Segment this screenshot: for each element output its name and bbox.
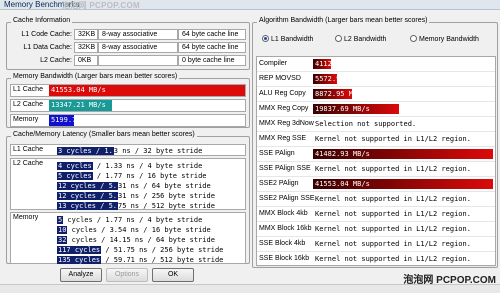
cache-line-field: 64 byte cache line	[178, 29, 246, 40]
cache-size-field: 0KB	[74, 55, 98, 66]
algo-row-name: SSE PAlign	[259, 150, 295, 157]
algo-row-name: Compiler	[259, 60, 288, 67]
latency-line: 32 cycles / 14.15 ns / 64 byte stride	[57, 236, 215, 244]
latency-line: 10 cycles / 3.54 ns / 16 byte stride	[57, 226, 211, 234]
mem-bw-bar: 5199.79 MB/s	[49, 115, 102, 126]
radio-l2-bandwidth[interactable]: L2 Bandwidth	[335, 35, 386, 43]
status-bar	[0, 284, 500, 293]
algo-row: MMX Reg SSE Kernel not supported in L1/L2…	[257, 132, 495, 147]
algo-row: SSE2 PAlign 41553.04 MB/s	[257, 177, 495, 192]
latency-line: 5 cycles / 1.77 ns / 4 byte stride	[57, 216, 203, 224]
cache-row-label: L1 Code Cache:	[21, 31, 72, 38]
algo-row-status: Kernel not supported in L1/L2 region.	[315, 135, 471, 143]
algo-row-status: Selection not supported.	[315, 120, 417, 128]
algo-row: MMX Block 16kb Kernel not supported in L1…	[257, 222, 495, 237]
algo-row-status: Kernel not supported in L1/L2 region.	[315, 195, 471, 203]
cache-assoc-field: 8-way associative	[98, 42, 178, 53]
algo-row: SSE2 PAlign SSE Kernel not supported in L…	[257, 192, 495, 207]
algo-row-name: SSE Block 16kb	[259, 255, 310, 262]
mem-bw-row-memory: Memory 5199.79 MB/s	[10, 114, 246, 127]
latency-label: L1 Cache	[13, 146, 43, 153]
latency-label: Memory	[13, 214, 39, 221]
latency-line: 12 cycles / 5.31 ns / 64 byte stride	[57, 182, 211, 190]
latency-l2-box: L2 Cache 4 cycles / 1.33 ns / 4 byte str…	[10, 158, 246, 210]
cache-size-field: 32KB	[74, 42, 98, 53]
mem-bw-row-l1: L1 Cache 41553.04 MB/s	[10, 84, 246, 97]
radio-dot	[262, 35, 269, 42]
radio-dot	[335, 35, 342, 42]
algo-row-name: MMX Block 4kb	[259, 210, 308, 217]
algo-title: Algorithm Bandwidth (Larger bars mean be…	[257, 17, 430, 24]
algo-row-bar: 4112.08 MB/s	[313, 59, 366, 69]
latency-line: 12 cycles / 5.31 ns / 256 byte stride	[57, 192, 215, 200]
algo-row-status: Kernel not supported in L1/L2 region.	[315, 255, 471, 263]
mem-bw-label: Memory	[13, 116, 39, 123]
latency-line: 117 cycles / 51.75 ns / 256 byte stride	[57, 246, 224, 254]
algo-row: MMX Reg 3dNow Selection not supported.	[257, 117, 495, 132]
algo-row: SSE Block 4kb Kernel not supported in L1/…	[257, 237, 495, 252]
radio-l1-bandwidth[interactable]: L1 Bandwidth	[262, 35, 313, 43]
latency-line: 5 cycles / 1.77 ns / 16 byte stride	[57, 172, 207, 180]
algo-row-status: Kernel not supported in L1/L2 region.	[315, 225, 471, 233]
algo-row: MMX Reg Copy 19837.69 MB/s	[257, 102, 495, 117]
mem-bandwidth-title: Memory Bandwidth (Larger bars mean bette…	[11, 73, 180, 80]
latency-line: 3 cycles / 1.3 ns / 32 byte stride	[57, 147, 203, 155]
cache-assoc-field	[98, 55, 178, 66]
radio-memory-bandwidth[interactable]: Memory Bandwidth	[410, 35, 479, 43]
latency-memory-box: Memory 5 cycles / 1.77 ns / 4 byte strid…	[10, 212, 246, 264]
algo-row-name: SSE2 PAlign SSE	[259, 195, 315, 202]
radio-dot	[410, 35, 417, 42]
cache-size-field: 32KB	[74, 29, 98, 40]
latency-line: 135 cycles / 59.71 ns / 512 byte stride	[57, 256, 224, 264]
algo-row-name: SSE PAlign SSE	[259, 165, 311, 172]
mem-bw-row-l2: L2 Cache 13347.21 MB/s	[10, 99, 246, 112]
mem-bw-value: 41553.04 MB/s	[51, 86, 106, 94]
analyze-button[interactable]: Analyze	[60, 268, 102, 282]
algo-row-bar: 8872.95 MB/s	[313, 89, 366, 99]
algo-row-bar: 41553.04 MB/s	[313, 179, 493, 189]
cache-info-title: Cache Information	[11, 17, 73, 24]
mem-bw-value: 5199.79 MB/s	[51, 116, 102, 124]
algo-row: SSE PAlign SSE Kernel not supported in L1…	[257, 162, 495, 177]
watermark-top: 泡泡网 PCPOP.COM	[62, 1, 140, 10]
algo-row-status: Kernel not supported in L1/L2 region.	[315, 210, 471, 218]
algo-row-status: Kernel not supported in L1/L2 region.	[315, 165, 471, 173]
algo-row-name: SSE2 PAlign	[259, 180, 299, 187]
algo-list[interactable]: Compiler 4112.08 MB/s REP MOVSD 5572.99 MB/…	[256, 56, 496, 267]
cache-row-label: L2 Cache:	[40, 57, 72, 64]
cache-row-label: L1 Data Cache:	[23, 44, 72, 51]
algo-row-name: MMX Reg Copy	[259, 105, 309, 112]
mem-bw-label: L1 Cache	[13, 86, 43, 93]
mem-bw-bar: 13347.21 MB/s	[49, 100, 112, 111]
algo-row: REP MOVSD 5572.99 MB/s	[257, 72, 495, 87]
algo-row: SSE Block 16kb Kernel not supported in L1…	[257, 252, 495, 267]
algo-row-name: MMX Reg SSE	[259, 135, 307, 142]
algo-row-status: Kernel not supported in L1/L2 region.	[315, 240, 471, 248]
ok-button[interactable]: OK	[152, 268, 194, 282]
latency-title: Cache/Memory Latency (Smaller bars mean …	[11, 131, 197, 138]
cache-line-field: 0 byte cache line	[178, 55, 246, 66]
algo-row: MMX Block 4kb Kernel not supported in L1/…	[257, 207, 495, 222]
algo-row-bar: 5572.99 MB/s	[313, 74, 366, 84]
algo-row-name: MMX Reg 3dNow	[259, 120, 314, 127]
latency-l1-box: L1 Cache 3 cycles / 1.3 ns / 32 byte str…	[10, 144, 246, 156]
mem-bw-bar: 41553.04 MB/s	[49, 85, 245, 96]
latency-line: 4 cycles / 1.33 ns / 4 byte stride	[57, 162, 203, 170]
algo-row: SSE PAlign 41482.93 MB/s	[257, 147, 495, 162]
algo-row-name: ALU Reg Copy	[259, 90, 306, 97]
latency-label: L2 Cache	[13, 160, 43, 167]
algo-row-name: SSE Block 4kb	[259, 240, 306, 247]
mem-bw-value: 13347.21 MB/s	[51, 101, 106, 109]
algo-row-name: MMX Block 16kb	[259, 225, 312, 232]
mem-bw-label: L2 Cache	[13, 101, 43, 108]
algo-row-name: REP MOVSD	[259, 75, 301, 82]
options-button[interactable]: Options	[106, 268, 148, 282]
latency-line: 13 cycles / 5.75 ns / 512 byte stride	[57, 202, 215, 210]
algo-row-bar: 19837.69 MB/s	[313, 104, 399, 114]
algo-row: Compiler 4112.08 MB/s	[257, 57, 495, 72]
cache-assoc-field: 8-way associative	[98, 29, 178, 40]
algo-row-bar: 41482.93 MB/s	[313, 149, 493, 159]
cache-line-field: 64 byte cache line	[178, 42, 246, 53]
algo-row: ALU Reg Copy 8872.95 MB/s	[257, 87, 495, 102]
